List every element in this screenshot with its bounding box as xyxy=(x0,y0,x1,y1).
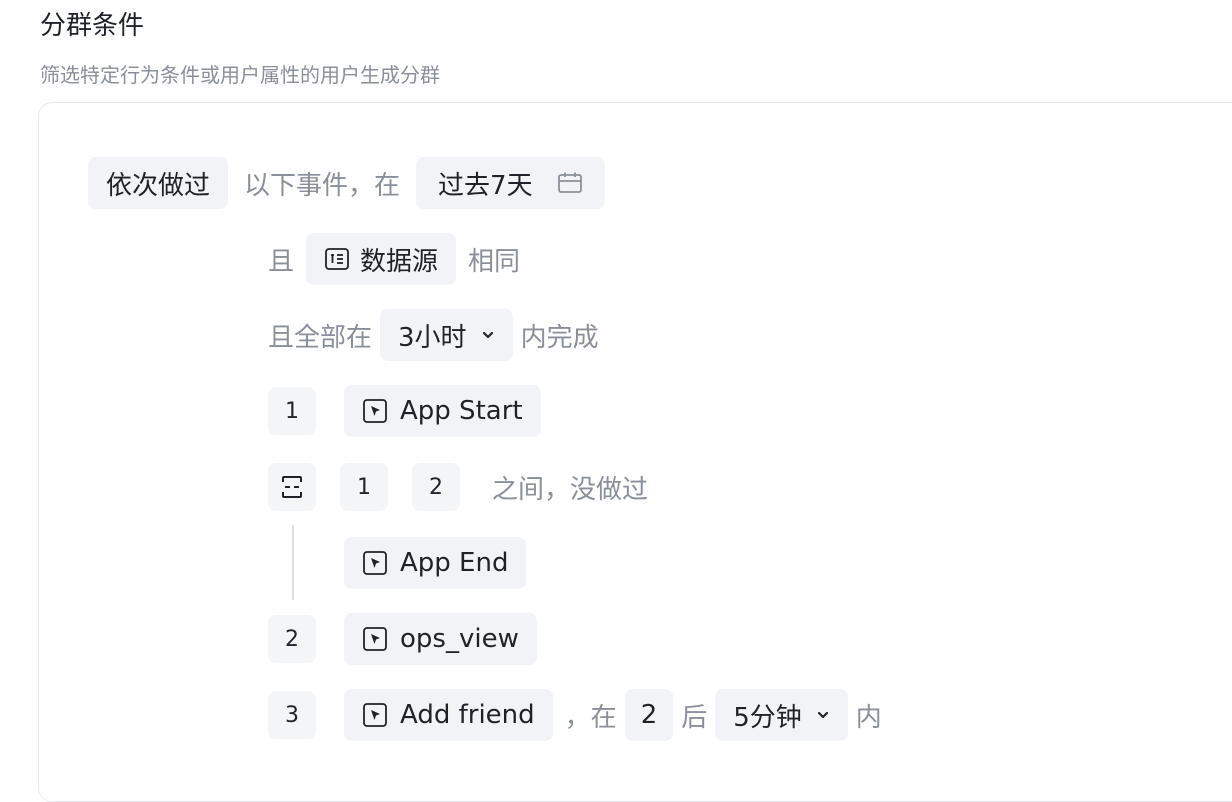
excluded-event-label: App End xyxy=(400,548,509,578)
step-row: 3 Add friend ， 在 2 后 5分钟 内 xyxy=(268,689,882,741)
same-field-row: 且 数据源 相同 xyxy=(268,233,520,285)
step-index: 3 xyxy=(268,691,316,739)
datasource-icon xyxy=(324,246,350,272)
datasource-label: 数据源 xyxy=(360,246,439,277)
step-event-label: App Start xyxy=(400,396,523,426)
time-window-select[interactable]: 3小时 xyxy=(380,309,513,361)
condition-header-row: 依次做过 以下事件，在 过去7天 xyxy=(88,157,605,209)
time-range-picker[interactable]: 过去7天 xyxy=(416,157,605,209)
time-window-row: 且全部在 3小时 内完成 xyxy=(268,309,599,361)
sequence-mode-select[interactable]: 依次做过 xyxy=(88,157,229,209)
event-cursor-icon xyxy=(362,626,388,652)
step-event-select[interactable]: ops_view xyxy=(344,613,537,665)
step3-after-label: 后 xyxy=(681,702,708,733)
time-window-value: 3小时 xyxy=(398,322,467,353)
step-event-select[interactable]: App Start xyxy=(344,385,541,437)
step-event-label: Add friend xyxy=(400,700,535,730)
step3-ref-step-select[interactable]: 2 xyxy=(624,689,674,741)
calendar-icon xyxy=(557,171,583,195)
events-text: 以下事件，在 xyxy=(244,170,401,201)
step-event-label: ops_view xyxy=(400,624,519,654)
step3-at-label: 在 xyxy=(590,702,617,733)
exclusion-connector-line xyxy=(292,525,294,600)
chevron-down-icon xyxy=(816,710,830,720)
step3-duration-value: 5分钟 xyxy=(733,702,802,733)
same-text: 相同 xyxy=(468,246,521,277)
exclusion-text: 之间，没做过 xyxy=(492,474,649,505)
excluded-event-select[interactable]: App End xyxy=(344,537,527,589)
exclude-bracket-icon xyxy=(280,474,304,500)
event-cursor-icon xyxy=(362,398,388,424)
step3-comma: ， xyxy=(564,702,591,733)
exclusion-to-step[interactable]: 2 xyxy=(412,463,460,511)
datasource-select[interactable]: 数据源 xyxy=(306,233,457,285)
and-label: 且 xyxy=(268,246,295,277)
all-within-label: 且全部在 xyxy=(268,322,373,353)
exclusion-from-step[interactable]: 1 xyxy=(340,463,388,511)
excluded-event-row: App End xyxy=(344,537,527,589)
step-row: 1 App Start xyxy=(268,385,541,437)
step3-duration-select[interactable]: 5分钟 xyxy=(715,689,848,741)
step-index: 1 xyxy=(268,387,316,435)
exclusion-row: 1 2 之间，没做过 xyxy=(268,461,648,513)
step-event-select[interactable]: Add friend xyxy=(344,689,553,741)
section-title: 分群条件 xyxy=(40,11,145,41)
time-range-value: 过去7天 xyxy=(438,170,533,201)
chevron-down-icon xyxy=(481,330,495,340)
step-index: 2 xyxy=(268,615,316,663)
step-row: 2 ops_view xyxy=(268,613,537,665)
exclude-toggle[interactable] xyxy=(268,463,316,511)
event-cursor-icon xyxy=(362,550,388,576)
step3-within-label: 内 xyxy=(855,702,882,733)
event-cursor-icon xyxy=(362,702,388,728)
complete-text: 内完成 xyxy=(520,322,599,353)
section-subtitle: 筛选特定行为条件或用户属性的用户生成分群 xyxy=(40,63,440,87)
